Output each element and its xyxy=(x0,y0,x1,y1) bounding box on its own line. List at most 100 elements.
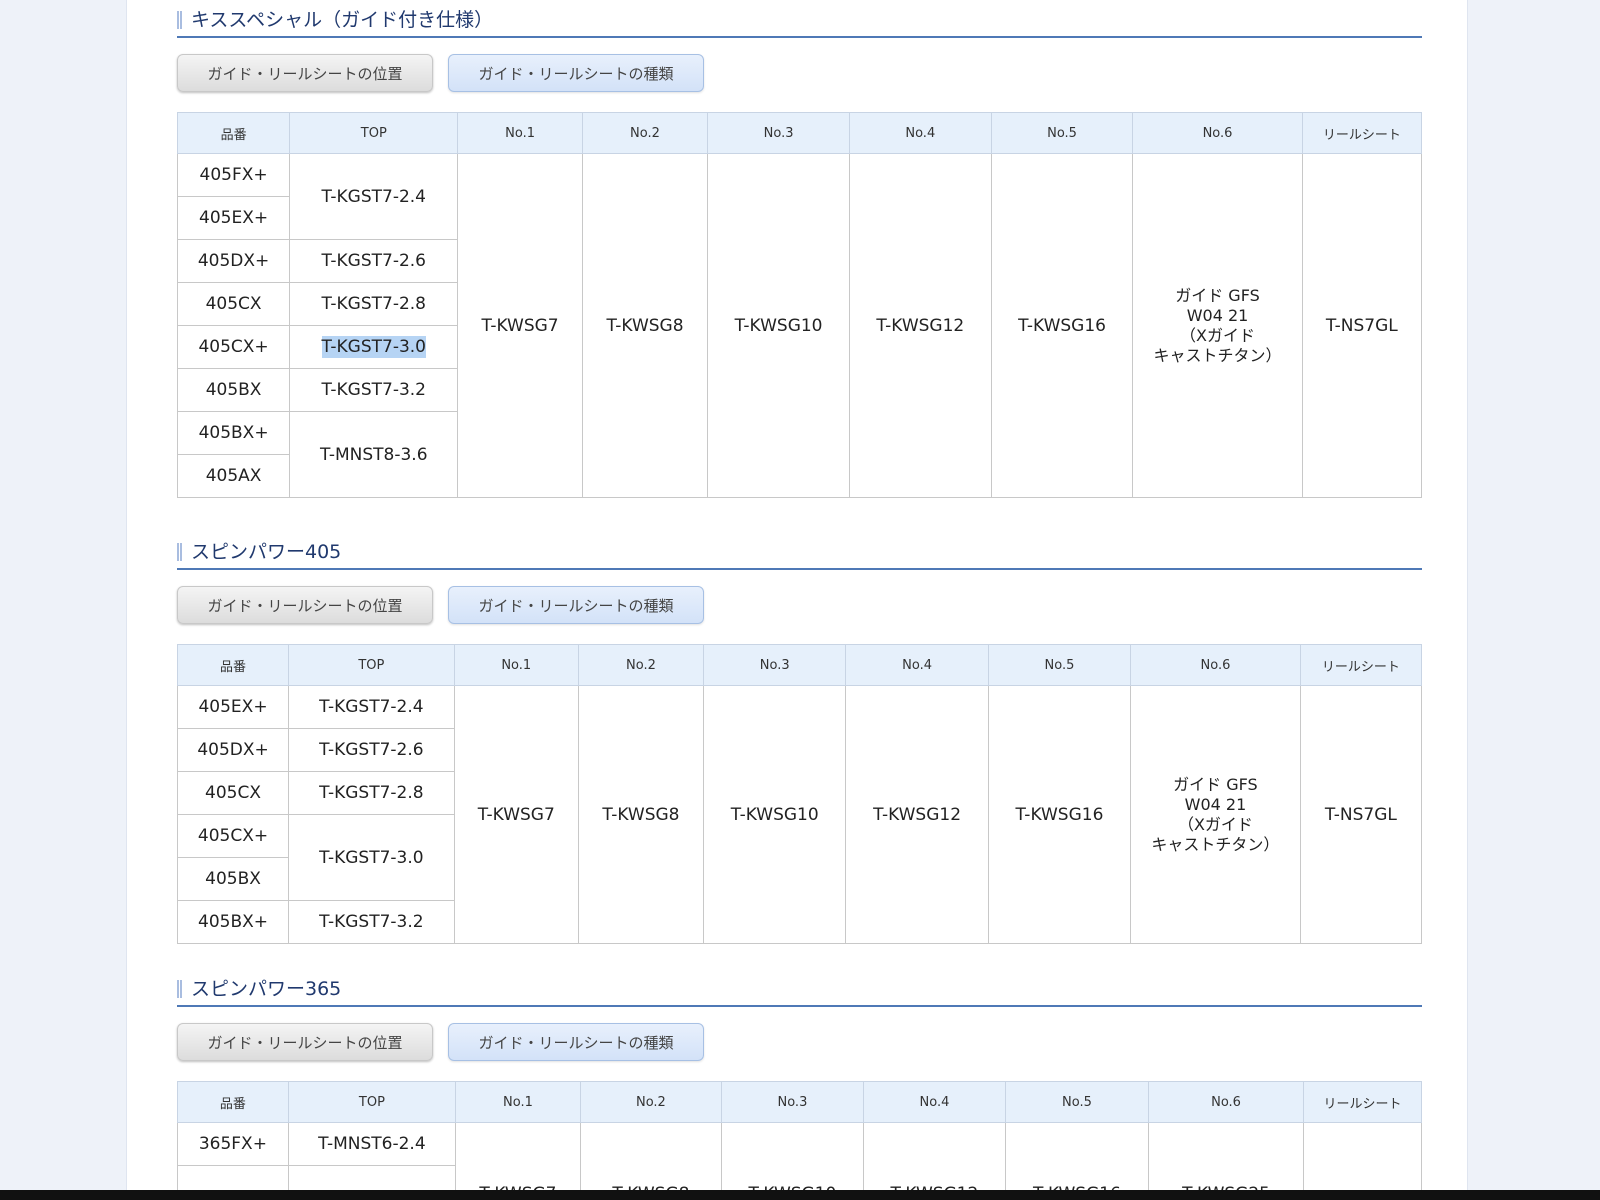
header-no6: No.6 xyxy=(1147,1081,1305,1123)
header-no5: No.5 xyxy=(990,112,1134,154)
header-no4: No.4 xyxy=(848,112,992,154)
model-cell: 365FX+ xyxy=(177,1122,289,1166)
top-guide-cell: T-KGST7-2.4 xyxy=(288,685,455,729)
header-no1: No.1 xyxy=(453,644,579,686)
header-no2: No.2 xyxy=(577,644,705,686)
header-no2: No.2 xyxy=(579,1081,722,1123)
top-guide-cell: T-KGST7-3.2 xyxy=(289,368,459,412)
model-cell: 405CX+ xyxy=(176,814,290,858)
no2-cell: T-KWSG8 xyxy=(581,153,709,498)
no4-cell: T-KWSG12 xyxy=(845,685,989,944)
section-kiss-special: キススペシャル（ガイド付き仕様） ガイド・リールシートの位置 ガイド・リールシー… xyxy=(176,8,1423,498)
top-guide-cell: T-KGST7-2.4 xyxy=(289,153,459,240)
header-no2: No.2 xyxy=(581,112,709,154)
table-header-row: 品番 TOP No.1 No.2 No.3 No.4 No.5 No.6 リール… xyxy=(177,1081,1422,1123)
section-header: スピンパワー365 xyxy=(177,977,1422,1007)
no6-cell: T-KWSG25 xyxy=(1147,1122,1305,1190)
reel-seat-cell: T-NS7GL xyxy=(1301,153,1423,498)
section-title: スピンパワー365 xyxy=(191,978,342,1000)
section-header: スピンパワー405 xyxy=(177,540,1422,570)
spec-table: 品番 TOP No.1 No.2 No.3 No.4 No.5 No.6 リール… xyxy=(177,1081,1422,1190)
table-header-row: 品番 TOP No.1 No.2 No.3 No.4 No.5 No.6 リール… xyxy=(176,644,1423,686)
guide-position-button[interactable]: ガイド・リールシートの位置 xyxy=(177,1023,433,1061)
no6-line: キャストチタン） xyxy=(1151,834,1280,854)
header-part-number: 品番 xyxy=(176,112,291,154)
header-no3: No.3 xyxy=(703,644,847,686)
header-no6: No.6 xyxy=(1130,644,1301,686)
section-bar-icon xyxy=(177,980,183,998)
top-guide-cell xyxy=(287,1165,457,1190)
section-bar-icon xyxy=(177,543,183,561)
model-cell: 405BX+ xyxy=(176,900,290,944)
section-title: キススペシャル（ガイド付き仕様） xyxy=(191,9,494,31)
no1-cell: T-KWSG7 xyxy=(455,1122,581,1190)
header-reel-seat: リールシート xyxy=(1301,112,1423,154)
no1-cell: T-KWSG7 xyxy=(457,153,583,498)
model-cell: 405FX+ xyxy=(176,153,291,197)
no3-cell: T-KWSG10 xyxy=(703,685,847,944)
header-no1: No.1 xyxy=(455,1081,581,1123)
no3-cell: T-KWSG10 xyxy=(707,153,850,498)
no5-cell: T-KWSG16 xyxy=(1004,1122,1149,1190)
no6-line: ガイド GFS xyxy=(1173,774,1258,794)
header-no1: No.1 xyxy=(457,112,583,154)
header-no5: No.5 xyxy=(1004,1081,1149,1123)
no6-line: （Xガイド xyxy=(1180,325,1255,345)
top-guide-cell: T-KGST7-3.0 xyxy=(288,814,455,901)
no6-line: W04 21 xyxy=(1186,305,1249,325)
no6-cell: ガイド GFS W04 21 （Xガイド キャストチタン） xyxy=(1130,685,1301,944)
no2-cell: T-KWSG8 xyxy=(579,1122,722,1190)
selected-text: T-KGST7-3.0 xyxy=(321,336,426,358)
no6-line: （Xガイド xyxy=(1177,814,1253,834)
guide-type-button[interactable]: ガイド・リールシートの種類 xyxy=(448,586,704,624)
no5-cell: T-KWSG16 xyxy=(987,685,1132,944)
model-cell: 405AX xyxy=(176,454,291,498)
no1-cell: T-KWSG7 xyxy=(453,685,579,944)
spec-table: 品番 TOP No.1 No.2 No.3 No.4 No.5 No.6 リール… xyxy=(176,112,1423,498)
no4-cell: T-KWSG12 xyxy=(848,153,992,498)
model-cell: 405CX xyxy=(176,771,290,815)
top-guide-cell: T-KGST7-3.0 xyxy=(289,325,459,369)
header-no3: No.3 xyxy=(707,112,850,154)
page-content: キススペシャル（ガイド付き仕様） ガイド・リールシートの位置 ガイド・リールシー… xyxy=(126,0,1468,1190)
top-guide-cell: T-MNST6-2.4 xyxy=(287,1122,457,1166)
top-guide-cell: T-KGST7-2.8 xyxy=(289,282,459,326)
section-spinpower-365: スピンパワー365 ガイド・リールシートの位置 ガイド・リールシートの種類 品番… xyxy=(177,977,1422,1190)
no6-line: W04 21 xyxy=(1184,794,1247,814)
guide-position-button[interactable]: ガイド・リールシートの位置 xyxy=(177,586,433,624)
model-cell xyxy=(177,1165,289,1190)
no6-line: キャストチタン） xyxy=(1153,345,1282,365)
model-cell: 405EX+ xyxy=(176,196,291,240)
header-top: TOP xyxy=(289,112,459,154)
header-no4: No.4 xyxy=(845,644,989,686)
table-header-row: 品番 TOP No.1 No.2 No.3 No.4 No.5 No.6 リール… xyxy=(176,112,1423,154)
header-no6: No.6 xyxy=(1132,112,1303,154)
section-spinpower-405: スピンパワー405 ガイド・リールシートの位置 ガイド・リールシートの種類 品番… xyxy=(176,540,1423,944)
section-bar-icon xyxy=(177,11,183,29)
model-cell: 405DX+ xyxy=(176,239,291,283)
model-cell: 405BX xyxy=(176,368,291,412)
top-guide-cell: T-MNST8-3.6 xyxy=(289,411,459,498)
guide-position-button[interactable]: ガイド・リールシートの位置 xyxy=(177,54,433,92)
guide-type-button[interactable]: ガイド・リールシートの種類 xyxy=(448,1023,704,1061)
top-guide-cell: T-KGST7-2.6 xyxy=(288,728,455,772)
top-guide-cell: T-KGST7-2.6 xyxy=(289,239,459,283)
table-row: 405EX+ T-KGST7-2.4 T-KWSG7 T-KWSG8 T-KWS… xyxy=(176,685,1423,944)
header-part-number: 品番 xyxy=(176,644,290,686)
model-cell: 405BX+ xyxy=(176,411,291,455)
table-row: 405FX+ T-KGST7-2.4 T-KWSG7 T-KWSG8 T-KWS… xyxy=(176,153,1423,498)
section-header: キススペシャル（ガイド付き仕様） xyxy=(177,8,1422,38)
reel-seat-cell xyxy=(1303,1122,1422,1190)
top-guide-cell: T-KGST7-3.2 xyxy=(288,900,455,944)
no2-cell: T-KWSG8 xyxy=(577,685,705,944)
table-row: 365FX+ T-MNST6-2.4 T-KWSG7 T-KWSG8 T-KWS… xyxy=(177,1122,1422,1190)
taskbar xyxy=(0,1190,1600,1200)
no4-cell: T-KWSG12 xyxy=(862,1122,1006,1190)
no3-cell: T-KWSG10 xyxy=(720,1122,864,1190)
top-guide-cell: T-KGST7-2.8 xyxy=(288,771,455,815)
guide-type-button[interactable]: ガイド・リールシートの種類 xyxy=(448,54,704,92)
header-no4: No.4 xyxy=(862,1081,1006,1123)
header-reel-seat: リールシート xyxy=(1303,1081,1422,1123)
no5-cell: T-KWSG16 xyxy=(990,153,1134,498)
reel-seat-cell: T-NS7GL xyxy=(1299,685,1423,944)
